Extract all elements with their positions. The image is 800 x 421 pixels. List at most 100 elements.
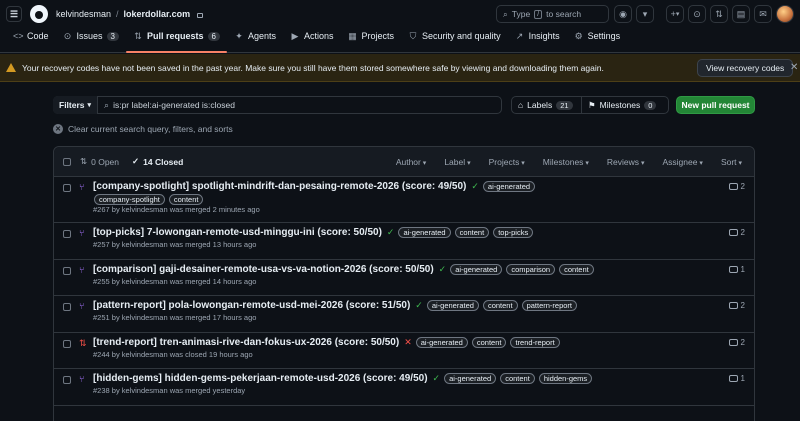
pr-title-link[interactable]: [hidden-gems] hidden-gems-pekerjaan-remo…	[93, 373, 428, 384]
filter-query-input[interactable]	[113, 100, 474, 110]
tab-projects[interactable]: ▦ Projects	[341, 27, 402, 52]
pr-meta: #255 by kelvindesman was merged 14 hours…	[93, 276, 257, 286]
pr-title-link[interactable]: [comparison] gaji-desainer-remote-usa-vs…	[93, 264, 434, 275]
avatar[interactable]	[776, 5, 794, 23]
tab-pull-requests[interactable]: ⇅ Pull requests 6	[125, 27, 227, 53]
label-badge[interactable]: ai-generated	[444, 373, 497, 384]
copilot-icon[interactable]: ◉	[614, 5, 632, 23]
pull-request-row[interactable]: ⑂ [comparison] gaji-desainer-remote-usa-v…	[54, 260, 754, 296]
tab-security[interactable]: ⛉ Security and quality	[401, 27, 508, 52]
label-badge[interactable]: top-picks	[493, 227, 534, 238]
projects-filter[interactable]: Projects	[489, 157, 525, 167]
filters-button[interactable]: Filters ▾	[53, 95, 99, 114]
breadcrumb-owner[interactable]: kelvindesman	[56, 9, 111, 19]
repos-icon[interactable]: ▤	[732, 5, 750, 23]
pr-title-link[interactable]: [pattern-report] pola-lowongan-remote-us…	[93, 300, 410, 311]
tab-label: Projects	[361, 31, 395, 41]
label-filter[interactable]: Label	[444, 157, 470, 167]
assignee-filter[interactable]: Assignee	[663, 157, 703, 167]
inbox-icon[interactable]: ✉	[754, 5, 772, 23]
tab-label: Code	[27, 31, 49, 41]
view-recovery-codes-button[interactable]: View recovery codes	[697, 59, 794, 77]
graph-icon: ↗	[515, 30, 524, 41]
issues-icon[interactable]: ⊙	[688, 5, 706, 23]
pull-request-row[interactable]: ⑂ [pattern-report] pola-lowongan-remote-u…	[54, 296, 754, 333]
github-logo-icon[interactable]	[30, 5, 48, 23]
tab-settings[interactable]: ⚙ Settings	[567, 27, 628, 52]
tab-label: Issues	[76, 31, 103, 41]
row-checkbox[interactable]	[63, 230, 71, 238]
label-badge[interactable]: ai-generated	[398, 227, 451, 238]
label-badge[interactable]: ai-generated	[415, 336, 468, 348]
pr-title-link[interactable]: [top-picks] 7-lowongan-remote-usd-minggu…	[93, 227, 382, 238]
label-badge[interactable]: ai-generated	[482, 181, 536, 192]
tab-insights[interactable]: ↗ Insights	[508, 27, 567, 52]
comments-link[interactable]: 2	[728, 182, 745, 191]
comment-count: 1	[740, 374, 745, 383]
pull-request-row[interactable]: ⇅ [trend-report] tren-animasi-rive-dan-fo…	[54, 333, 754, 369]
breadcrumb: kelvindesman / lokerdollar.com	[56, 9, 204, 19]
reviews-filter[interactable]: Reviews	[607, 157, 645, 167]
label-badge[interactable]: content	[454, 227, 490, 238]
breadcrumb-repo[interactable]: lokerdollar.com	[124, 9, 191, 19]
label-badge[interactable]: pattern-report	[521, 300, 578, 311]
check-icon[interactable]: ✓	[439, 264, 447, 275]
row-checkbox[interactable]	[63, 339, 71, 348]
tab-label: Pull requests	[146, 31, 204, 41]
comments-link[interactable]: 1	[728, 265, 745, 274]
lock-icon	[197, 12, 204, 18]
pr-meta: #267 by kelvindesman was merged 2 minute…	[93, 205, 260, 214]
row-checkbox[interactable]	[63, 266, 71, 275]
search-input[interactable]: ⌕ Type / to search	[496, 5, 609, 23]
check-icon[interactable]: ✓	[415, 300, 423, 311]
label-badge[interactable]: hidden-gems	[538, 373, 593, 384]
row-checkbox[interactable]	[63, 184, 71, 192]
comments-link[interactable]: 2	[728, 301, 745, 310]
pull-request-row[interactable]: ⑂ [top-picks] 7-lowongan-remote-usd-mingg…	[54, 223, 754, 260]
label-badge[interactable]: content	[471, 336, 507, 348]
labels-button[interactable]: ⌂ Labels 21	[512, 97, 581, 113]
label-badge[interactable]: comparison	[506, 263, 556, 275]
open-filter-tab[interactable]: ⇅ 0 Open	[80, 156, 119, 167]
play-icon: ▶	[291, 30, 299, 41]
label-badge[interactable]: content	[559, 263, 594, 275]
new-pull-request-button[interactable]: New pull request	[676, 96, 755, 114]
check-icon[interactable]: ✓	[471, 181, 479, 192]
label-badge[interactable]: ai-generated	[426, 300, 479, 311]
tab-issues[interactable]: ⊙ Issues 3	[56, 27, 126, 52]
menu-icon[interactable]: ☰	[6, 6, 22, 22]
select-all-checkbox[interactable]	[63, 157, 71, 166]
create-new-button[interactable]: + ▾	[666, 5, 684, 23]
comments-link[interactable]: 2	[728, 228, 745, 237]
label-badge[interactable]: company-spotlight	[94, 194, 165, 205]
table-icon: ▦	[348, 30, 357, 41]
comments-link[interactable]: 2	[728, 338, 745, 347]
copilot-menu-chevron-icon[interactable]: ▾	[636, 5, 654, 23]
milestones-button[interactable]: ⚑ Milestones 0	[581, 97, 662, 113]
row-checkbox[interactable]	[63, 376, 71, 384]
x-icon[interactable]: ✕	[404, 337, 412, 348]
row-checkbox[interactable]	[63, 303, 71, 311]
pr-title-link[interactable]: [company-spotlight] spotlight-mindrift-d…	[93, 181, 466, 192]
label-badge[interactable]: content	[482, 300, 518, 311]
label-badge[interactable]: content	[168, 194, 204, 205]
tab-agents[interactable]: ✦ Agents	[227, 27, 283, 52]
closed-filter-tab[interactable]: ✓ 14 Closed	[132, 156, 183, 167]
label-badge[interactable]: trend-report	[510, 336, 560, 348]
clear-filters-link[interactable]: ✕ Clear current search query, filters, a…	[53, 124, 233, 134]
pr-title-link[interactable]: [trend-report] tren-animasi-rive-dan-fok…	[93, 337, 399, 348]
close-icon[interactable]: ✕	[790, 62, 798, 73]
comments-link[interactable]: 1	[728, 374, 745, 383]
sort-filter[interactable]: Sort	[721, 157, 742, 167]
check-icon[interactable]: ✓	[387, 227, 395, 238]
check-icon[interactable]: ✓	[433, 373, 441, 384]
tab-actions[interactable]: ▶ Actions	[283, 27, 341, 52]
author-filter[interactable]: Author	[396, 157, 427, 167]
milestones-filter[interactable]: Milestones	[543, 157, 589, 167]
tab-code[interactable]: <> Code	[6, 27, 56, 52]
pull-request-row[interactable]: ⑂ [hidden-gems] hidden-gems-pekerjaan-rem…	[54, 369, 754, 406]
label-badge[interactable]: ai-generated	[450, 263, 503, 275]
pull-requests-icon[interactable]: ⇅	[710, 5, 728, 23]
pull-request-row[interactable]: ⑂ [company-spotlight] spotlight-mindrift-…	[54, 177, 754, 223]
label-badge[interactable]: content	[500, 373, 535, 384]
